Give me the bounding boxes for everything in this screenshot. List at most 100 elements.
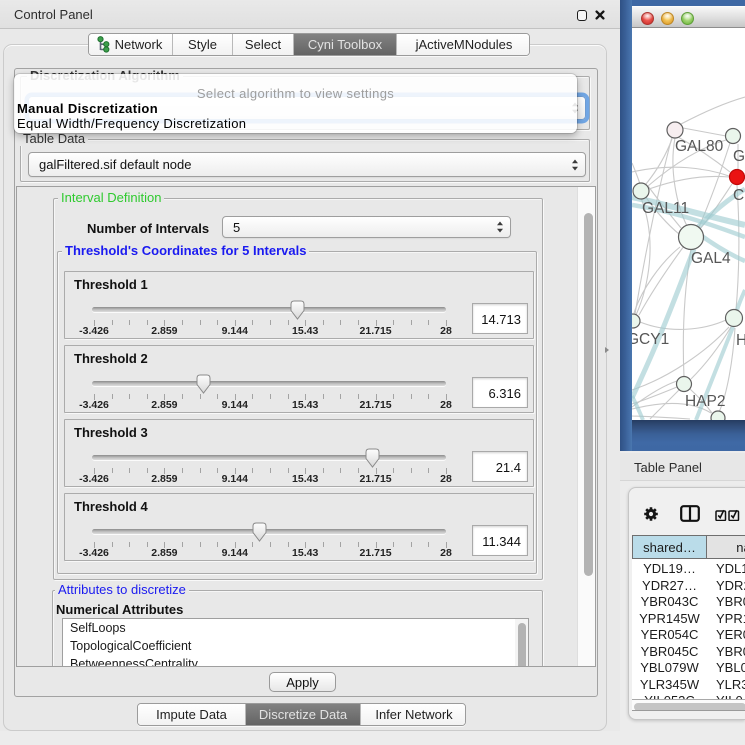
slider-tick [147, 468, 148, 473]
algorithm-popup-item[interactable]: Equal Width/Frequency Discretization [17, 116, 246, 131]
tab-select[interactable]: Select [233, 34, 294, 55]
table-row[interactable]: YBL079WYBL0 [632, 660, 745, 677]
network-node-gal11[interactable] [633, 183, 649, 199]
network-edge [681, 97, 745, 124]
slider-tick [252, 468, 253, 473]
algorithm-popup-item[interactable]: Select algorithm to view settings [14, 86, 577, 101]
attribute-list-item[interactable]: SelfLoops [63, 619, 528, 637]
network-node-ga[interactable] [726, 129, 741, 144]
network-node-gal4[interactable] [679, 225, 704, 250]
table-row[interactable]: YER054CYER0 [632, 627, 745, 644]
network-node-hap2[interactable] [677, 377, 692, 392]
network-node-gal80[interactable] [667, 122, 683, 138]
float-window-icon[interactable] [577, 10, 587, 21]
slider-tick [129, 394, 130, 399]
tab-jactivemnodules[interactable]: jActiveMNodules [397, 34, 530, 55]
split-divider-arrow-icon[interactable] [605, 347, 609, 353]
slider-track[interactable] [92, 381, 446, 386]
gear-icon[interactable] [643, 506, 659, 522]
network-node-c[interactable] [730, 170, 745, 185]
network-node-label: GAL4 [691, 250, 731, 267]
split-columns-icon[interactable] [680, 505, 700, 522]
slider-tick [270, 394, 271, 399]
settings-scrollbar-thumb[interactable] [584, 213, 593, 576]
number-of-intervals-combobox[interactable]: 5 [222, 216, 511, 238]
table-row[interactable]: YLR345WYLR3 [632, 677, 745, 694]
checkbox-icon[interactable] [715, 509, 727, 521]
slider-tick [112, 320, 113, 325]
algorithm-popup-item[interactable]: Manual Discretization [17, 101, 158, 116]
table-horizontal-scrollbar[interactable] [632, 699, 745, 711]
attribute-table: shared…na YDL19…YDL1YDR27…YDR2YBR043CYBR0… [632, 535, 745, 711]
network-edge [632, 387, 677, 404]
threshold-label: Threshold 1 [74, 277, 148, 292]
tab-network[interactable]: Network [89, 34, 173, 55]
tab-label: Cyni Toolbox [308, 37, 382, 52]
threshold-label: Threshold 4 [74, 499, 148, 514]
table-cell: YBR0 [716, 644, 745, 661]
attributes-scrollbar-thumb[interactable] [518, 623, 526, 667]
table-row[interactable]: YBR043CYBR0 [632, 594, 745, 611]
slider-tick [288, 542, 289, 547]
table-row[interactable]: YPR145WYPR1 [632, 611, 745, 628]
network-node-gcy1[interactable] [632, 314, 640, 328]
table-header-shared-name[interactable]: shared… [632, 535, 707, 559]
slider-axis-label: 28 [440, 473, 452, 485]
tab-style[interactable]: Style [173, 34, 233, 55]
slider-axis-label: 2.859 [151, 473, 177, 485]
network-window-left-border [620, 0, 632, 451]
bottom-tab-label: Discretize Data [259, 707, 347, 722]
slider-thumb[interactable] [290, 300, 305, 320]
slider-tick [323, 468, 324, 473]
network-window-titlebar[interactable] [631, 6, 745, 28]
slider-thumb[interactable] [196, 374, 211, 394]
table-header-name[interactable]: na [706, 535, 745, 559]
slider-thumb[interactable] [252, 522, 267, 542]
table-data-combobox[interactable]: galFiltered.sif default node [28, 152, 586, 177]
zoom-traffic-icon[interactable] [681, 12, 694, 25]
attribute-list-item[interactable]: TopologicalCoefficient [63, 637, 528, 655]
table-row[interactable]: YDR27…YDR2 [632, 578, 745, 595]
slider-tick [270, 320, 271, 325]
network-node[interactable] [711, 411, 725, 420]
slider-axis-label: -3.426 [79, 547, 109, 559]
minimize-traffic-icon[interactable] [661, 12, 674, 25]
network-view-window: GAL80GACGAL11GAL4GCY1HHAP2 [620, 0, 745, 451]
slider-tick [340, 542, 341, 547]
table-scrollbar-thumb[interactable] [634, 703, 745, 711]
slider-tick [428, 320, 429, 325]
slider-tick [340, 468, 341, 473]
bottom-tab-impute-data[interactable]: Impute Data [138, 704, 246, 725]
tab-label: Style [188, 37, 217, 52]
bottom-tab-discretize-data[interactable]: Discretize Data [246, 704, 361, 725]
threshold-value-field[interactable]: 11.344 [472, 525, 528, 556]
close-traffic-icon[interactable] [641, 12, 654, 25]
slider-track[interactable] [92, 529, 446, 534]
threshold-value-field[interactable]: 14.713 [472, 303, 528, 334]
slider-tick [428, 468, 429, 473]
slider-tick [200, 542, 201, 547]
threshold-value-field[interactable]: 6.316 [472, 377, 528, 408]
slider-tick [112, 394, 113, 399]
threshold-value-field[interactable]: 21.4 [472, 451, 528, 482]
slider-tick [182, 542, 183, 547]
slider-thumb[interactable] [365, 448, 380, 468]
network-node-h[interactable] [726, 310, 743, 327]
table-panel-titlebar: Table Panel [620, 453, 745, 481]
attribute-list-item[interactable]: BetweennessCentrality [63, 655, 528, 667]
table-row[interactable]: YBR045CYBR0 [632, 644, 745, 661]
tab-cyni-toolbox[interactable]: Cyni Toolbox [294, 34, 397, 55]
network-canvas[interactable]: GAL80GACGAL11GAL4GCY1HHAP2 [632, 28, 745, 420]
table-row[interactable]: YDL19…YDL1 [632, 561, 745, 578]
attributes-scrollbar[interactable] [515, 619, 528, 667]
checkbox-icon[interactable] [728, 509, 740, 521]
bottom-tab-infer-network[interactable]: Infer Network [361, 704, 466, 725]
slider-tick [270, 468, 271, 473]
close-icon[interactable] [595, 10, 605, 20]
slider-track[interactable] [92, 307, 446, 312]
settings-scrollbar[interactable] [577, 187, 595, 666]
slider-track[interactable] [92, 455, 446, 460]
apply-button[interactable]: Apply [269, 672, 336, 692]
table-cell: YPR1 [716, 611, 745, 628]
control-panel-title: Control Panel [14, 7, 93, 22]
